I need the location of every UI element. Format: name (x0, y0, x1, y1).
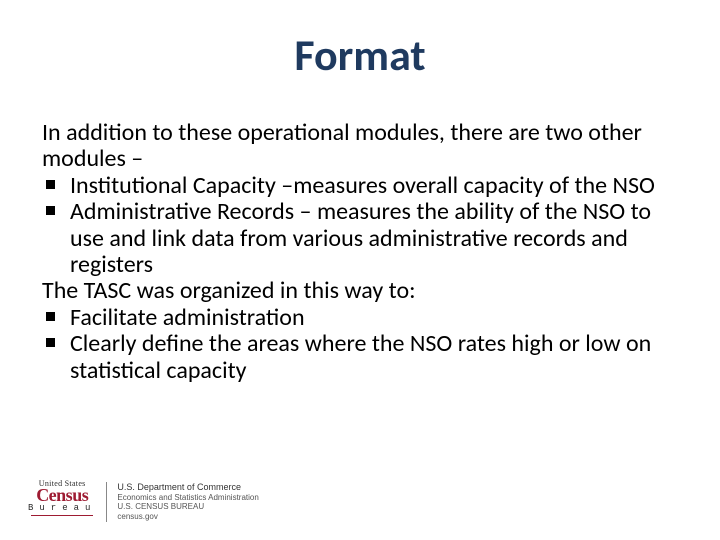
slide: Format In addition to these operational … (0, 0, 720, 540)
footer-logo: United States Census Bureau U.S. Departm… (28, 480, 259, 522)
dept-line: Economics and Statistics Administration (117, 493, 258, 503)
bullet-list-1: Institutional Capacity –measures overall… (42, 173, 660, 279)
logo-bureau: Bureau (28, 504, 96, 513)
logo-census: Census (36, 488, 88, 503)
census-logo: United States Census Bureau (28, 480, 96, 516)
list-item: Facilitate administration (42, 305, 660, 331)
slide-title: Format (0, 28, 720, 82)
department-block: U.S. Department of Commerce Economics an… (117, 480, 258, 522)
logo-rule (31, 515, 93, 516)
dept-line: U.S. CENSUS BUREAU (117, 502, 258, 512)
mid-paragraph: The TASC was organized in this way to: (42, 278, 660, 304)
list-item: Clearly define the areas where the NSO r… (42, 331, 660, 384)
bullet-list-2: Facilitate administration Clearly define… (42, 305, 660, 384)
vertical-divider (106, 482, 107, 522)
body-text: In addition to these operational modules… (42, 120, 660, 384)
dept-line: census.gov (117, 512, 258, 522)
dept-line: U.S. Department of Commerce (117, 482, 258, 493)
intro-paragraph: In addition to these operational modules… (42, 120, 660, 173)
list-item: Administrative Records – measures the ab… (42, 199, 660, 278)
list-item: Institutional Capacity –measures overall… (42, 173, 660, 199)
